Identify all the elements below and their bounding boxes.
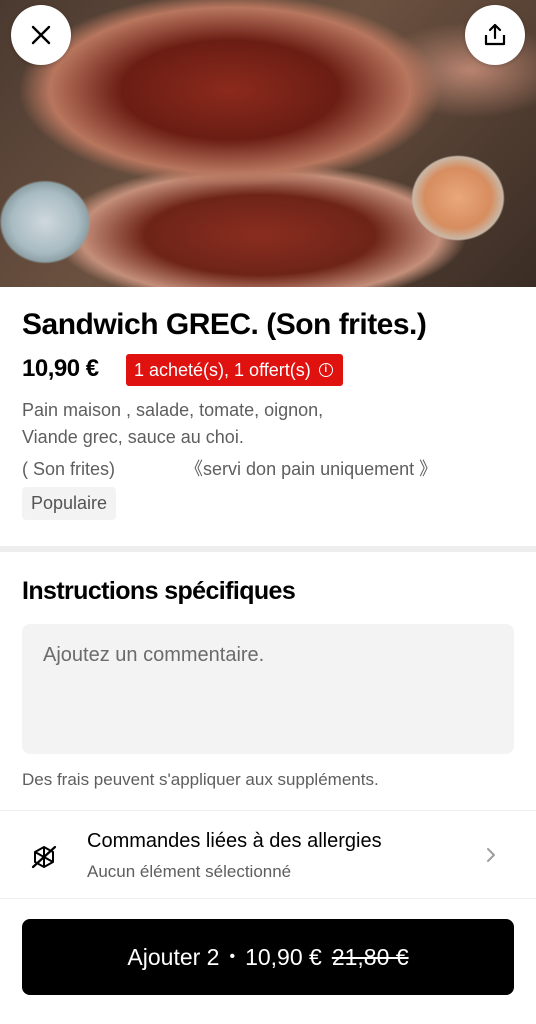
divider xyxy=(0,810,536,811)
product-price: 10,90 € xyxy=(22,355,99,382)
product-title: Sandwich GREC. (Son frites.) xyxy=(22,308,427,341)
info-icon: i xyxy=(318,363,333,377)
description-line-1: Pain maison , salade, tomate, oignon, xyxy=(22,400,324,420)
section-divider xyxy=(0,546,536,552)
product-photo xyxy=(0,0,536,287)
instructions-title: Instructions spécifiques xyxy=(22,577,296,605)
allergy-subtitle: Aucun élément sélectionné xyxy=(87,862,292,881)
divider xyxy=(0,898,536,899)
allergy-icon xyxy=(31,845,57,869)
share-button[interactable] xyxy=(465,5,525,65)
popular-badge: Populaire xyxy=(22,487,117,520)
add-label: Ajouter 2 xyxy=(127,943,220,970)
promo-badge[interactable]: 1 acheté(s), 1 offert(s) i xyxy=(126,354,343,386)
separator-dot: • xyxy=(229,948,236,965)
add-to-cart-button[interactable]: Ajouter 2 • 10,90 € 21,80 € xyxy=(22,919,514,995)
close-icon xyxy=(31,25,51,45)
allergy-title: Commandes liées à des allergies xyxy=(87,830,382,852)
description-line-2: Viande grec, sauce au choi. xyxy=(22,427,244,447)
allergy-orders-row[interactable]: Commandes liées à des allergies Aucun él… xyxy=(0,812,536,898)
chevron-right-icon xyxy=(487,848,495,862)
original-price: 21,80 € xyxy=(331,943,409,970)
comment-input[interactable] xyxy=(22,624,514,754)
share-icon xyxy=(484,23,506,46)
cart-price: 10,90 € xyxy=(245,943,322,970)
promo-label: 1 acheté(s), 1 offert(s) xyxy=(134,359,311,380)
close-button[interactable] xyxy=(11,5,71,65)
description-line-3: ( Son frites) 《servi don pain uniquement… xyxy=(22,459,438,479)
fees-note: Des frais peuvent s'appliquer aux supplé… xyxy=(22,770,379,789)
